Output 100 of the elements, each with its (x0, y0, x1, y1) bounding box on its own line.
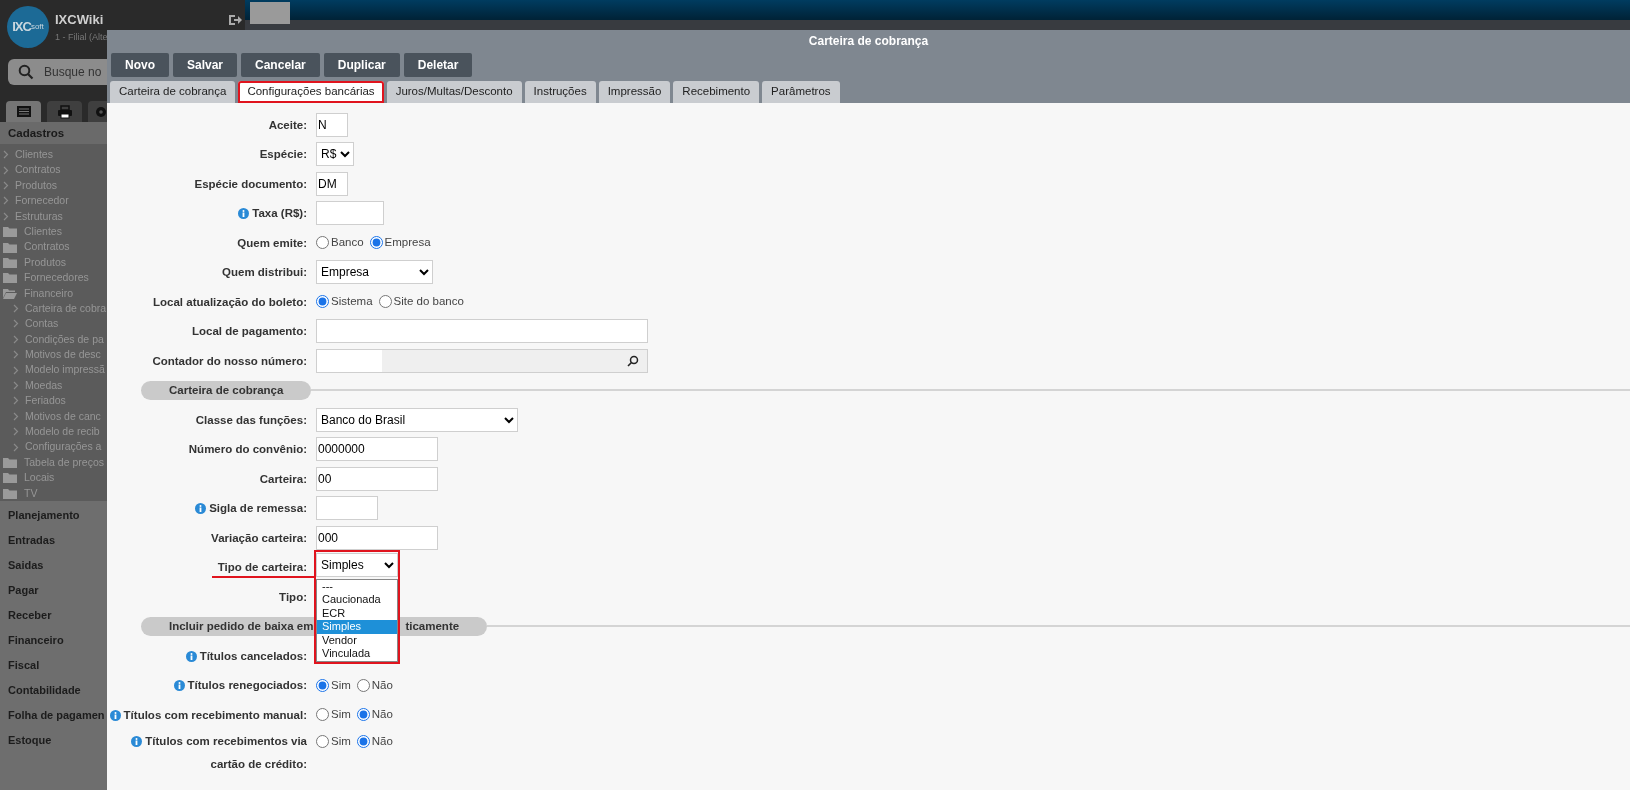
menu-item[interactable]: Pagar (0, 578, 43, 603)
tree-item[interactable]: Motivos de desc (0, 347, 101, 363)
tree-item[interactable]: Contratos (0, 239, 70, 255)
folder-icon (3, 241, 17, 253)
radio-label: Site do banco (393, 294, 464, 310)
dropdown-option[interactable]: Vinculada (317, 647, 397, 661)
radio-label: Sim (331, 707, 351, 723)
input-field[interactable] (316, 319, 648, 344)
menu-item[interactable]: Saidas (0, 553, 48, 578)
dropdown-option[interactable]: Vendor (317, 633, 397, 647)
menu-item[interactable]: Folha de pagamen (0, 703, 109, 728)
field-label: Variação carteira: (211, 531, 307, 544)
input-field[interactable] (316, 201, 384, 226)
dropdown[interactable]: R$ (316, 142, 354, 167)
radio-button[interactable] (316, 708, 329, 722)
tab[interactable]: Configurações bancárias (238, 81, 384, 103)
tree-item[interactable]: Estruturas (0, 208, 63, 224)
field-label: Títulos com recebimentos via cartão de crédito: (145, 734, 307, 770)
field-label: Títulos cancelados: (199, 649, 307, 662)
radio-label: Sim (331, 733, 351, 749)
thumbnail (250, 2, 290, 24)
list-icon (15, 104, 32, 119)
tab[interactable]: Instruções (524, 81, 596, 103)
radio-button[interactable] (316, 678, 329, 692)
field-label: Aceite: (268, 118, 307, 131)
tree-item[interactable]: Financeiro (0, 285, 74, 301)
menu-item[interactable]: Entradas (0, 528, 60, 553)
menu-item[interactable]: Planejamento (0, 503, 84, 528)
radio-button[interactable] (356, 678, 370, 692)
dropdown[interactable]: Banco do Brasil (316, 407, 518, 432)
tab[interactable]: Impressão (598, 81, 671, 103)
tree-item[interactable]: Feriados (0, 393, 66, 409)
tab[interactable]: Carteira de cobrança (110, 81, 236, 103)
radio-button[interactable] (356, 734, 370, 748)
dropdown-option[interactable]: Simples (317, 620, 397, 634)
radio-button[interactable] (356, 708, 370, 722)
tree-item[interactable]: Moedas (0, 377, 63, 394)
tree-item[interactable]: Fornecedor (0, 193, 69, 209)
field-label: Taxa (R$): (252, 207, 307, 220)
field-label: Carteira: (259, 472, 307, 485)
radio-label: Não (371, 733, 393, 749)
radio-button[interactable] (316, 734, 329, 748)
tree-item[interactable]: Tabela de preços (0, 454, 104, 471)
tree-item[interactable]: Clientes (0, 223, 62, 240)
logout-icon[interactable] (228, 13, 242, 27)
section-title: ticamente (405, 618, 460, 634)
menu-item[interactable]: Estoque (0, 728, 56, 753)
field-label: Tipo: (279, 590, 307, 603)
tab[interactable]: Recebimento (673, 81, 760, 103)
section-title: Carteira de cobrança (169, 382, 284, 398)
toolbar-button[interactable]: Deletar (403, 53, 473, 77)
tab[interactable]: Parâmetros (762, 81, 840, 103)
menu-item[interactable]: Contabilidade (0, 678, 85, 703)
input-field[interactable]: 00 (316, 466, 438, 491)
dropdown-option[interactable]: --- (317, 579, 397, 593)
tree-item[interactable]: Contratos (0, 162, 61, 178)
dropdown[interactable]: Empresa (316, 260, 433, 285)
field-label: Quem emite: (237, 236, 307, 249)
field-label: Espécie: (259, 148, 307, 161)
folder-icon (3, 472, 17, 484)
radio-button[interactable] (369, 236, 383, 250)
input-field[interactable]: 000 (316, 525, 438, 550)
open-folder-icon (3, 287, 17, 299)
radio-button[interactable] (378, 295, 392, 309)
field-label: Títulos com recebimento manual: (123, 708, 307, 721)
tree-item[interactable]: Motivos de canc (0, 408, 101, 425)
tree-item[interactable]: Locais (0, 470, 55, 486)
radio-label: Empresa (384, 235, 431, 251)
input-field[interactable]: DM (316, 171, 348, 196)
tree-item[interactable]: Produtos (0, 254, 67, 271)
menu-item[interactable]: Fiscal (0, 653, 44, 678)
tree-item[interactable]: Modelo impressã (0, 362, 105, 378)
field-label: Quem distribui: (222, 266, 307, 279)
input-field[interactable]: N (316, 112, 348, 137)
radio-label: Banco (331, 235, 364, 251)
tree-item[interactable]: Clientes (0, 147, 53, 163)
tree-item[interactable]: Contas (0, 316, 59, 332)
dropdown-option[interactable]: ECR (317, 606, 397, 620)
dropdown-option[interactable]: Caucionada (317, 593, 397, 607)
search-icon (18, 64, 34, 80)
toolbar-button[interactable]: Duplicar (323, 53, 400, 77)
tree-item[interactable]: Fornecedores (0, 270, 89, 286)
input-field[interactable] (316, 496, 378, 521)
tree-item[interactable]: Produtos (0, 177, 58, 194)
folder-icon (3, 272, 17, 284)
radio-button[interactable] (316, 295, 329, 309)
toolbar-button[interactable]: Salvar (173, 53, 238, 77)
menu-item[interactable]: Receber (0, 603, 56, 628)
field-label: Contador do nosso número: (152, 354, 307, 367)
toolbar-button[interactable]: Novo (111, 53, 169, 77)
folder-icon (3, 226, 17, 238)
menu-item[interactable]: Financeiro (0, 628, 68, 653)
tab[interactable]: Juros/Multas/Desconto (386, 81, 522, 103)
folder-icon (3, 457, 17, 468)
radio-label: Não (371, 707, 393, 723)
radio-button[interactable] (316, 236, 329, 250)
dropdown[interactable]: Simples (316, 552, 398, 577)
input-field[interactable]: 0000000 (316, 437, 438, 462)
printer-icon (56, 104, 73, 119)
toolbar-button[interactable]: Cancelar (241, 53, 320, 77)
